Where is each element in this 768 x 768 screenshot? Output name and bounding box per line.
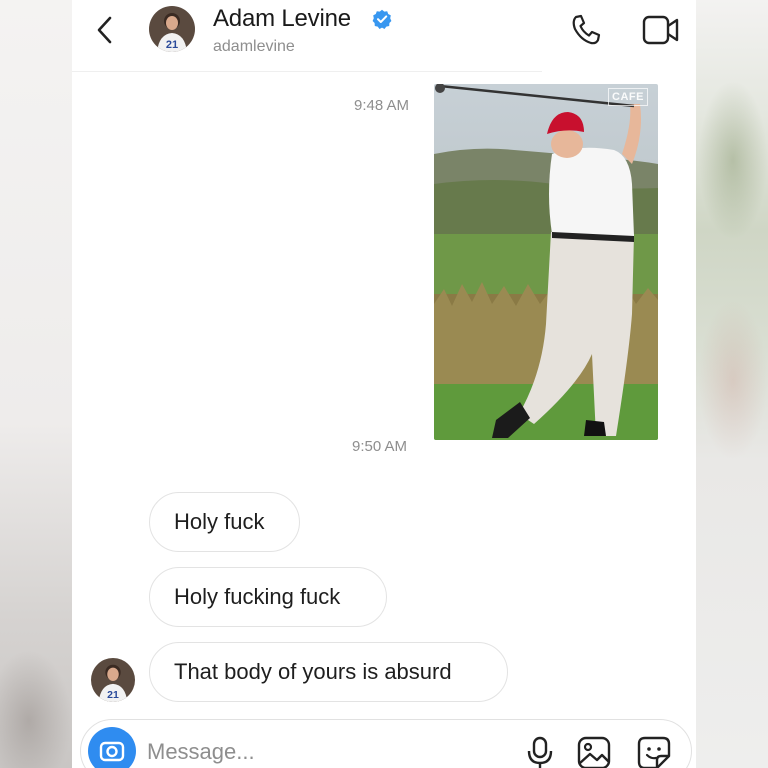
message-input[interactable] [147,734,487,768]
header-divider [72,71,542,72]
blurred-backdrop-detail [698,300,768,460]
message-timestamp: 9:50 AM [352,438,408,455]
video-camera-icon [642,15,679,45]
message-timestamp: 9:48 AM [354,97,410,114]
contact-name[interactable]: Adam Levine [213,5,351,33]
camera-button[interactable] [88,727,136,768]
contact-avatar[interactable]: 21 [149,6,195,52]
avatar-jersey-number: 21 [166,39,178,51]
voice-message-button[interactable] [525,736,555,768]
received-message-bubble[interactable]: Holy fucking fuck [149,567,387,627]
message-text: Holy fuck [174,509,265,534]
gallery-icon [577,736,611,768]
chat-header: 21 Adam Levine adamlevine [72,0,696,72]
sticker-icon [637,736,671,768]
message-text: Holy fucking fuck [174,584,341,609]
back-chevron-icon [97,16,112,44]
blurred-backdrop-detail [0,650,72,768]
back-button[interactable] [90,12,120,48]
received-message-bubble[interactable]: Holy fuck [149,492,300,552]
video-call-button[interactable] [642,14,682,46]
verified-badge-icon [372,9,392,29]
chat-screen: 21 Adam Levine adamlevine 9:48 AM CAFE 9… [72,0,696,768]
phone-icon [572,14,601,45]
blurred-backdrop-detail [698,80,768,240]
received-message-bubble[interactable]: That body of yours is absurd [149,642,508,702]
contact-username: adamlevine [213,38,295,55]
avatar-jersey-number: 21 [107,689,119,701]
microphone-icon [527,736,553,768]
message-text: That body of yours is absurd [174,659,452,684]
gallery-button[interactable] [577,736,611,768]
audio-call-button[interactable] [568,12,604,48]
message-composer [80,719,692,768]
sticker-button[interactable] [637,736,671,768]
sender-avatar[interactable]: 21 [91,658,135,702]
camera-icon [99,741,125,762]
shared-photo-message[interactable]: CAFE [434,84,658,440]
photo-watermark: CAFE [608,88,648,106]
